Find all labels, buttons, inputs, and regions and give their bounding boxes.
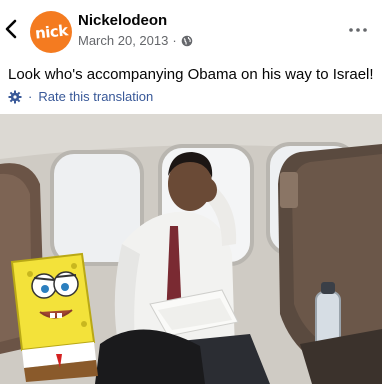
globe-icon (181, 35, 193, 47)
chevron-left-icon (5, 19, 17, 39)
spongebob-sticker (10, 252, 98, 382)
post-meta: March 20, 2013 · (78, 33, 193, 48)
more-options-button[interactable] (348, 24, 368, 36)
more-options-icon (349, 28, 367, 32)
gear-icon (8, 90, 22, 103)
post-header: nick Nickelodeon March 20, 2013 · (0, 0, 382, 62)
page-avatar[interactable]: nick (30, 11, 72, 53)
back-button[interactable] (2, 14, 20, 44)
rate-translation-link[interactable]: · Rate this translation (8, 89, 153, 104)
avatar-logo-text: nick (33, 21, 69, 43)
meta-separator: · (172, 33, 177, 48)
post-text: Look who's accompanying Obama on his way… (8, 66, 374, 83)
post-date[interactable]: March 20, 2013 (78, 33, 168, 48)
translate-dot: · (28, 89, 33, 104)
rate-translation-label: Rate this translation (38, 89, 154, 104)
post-photo[interactable] (0, 114, 382, 384)
page-name[interactable]: Nickelodeon (78, 12, 167, 29)
